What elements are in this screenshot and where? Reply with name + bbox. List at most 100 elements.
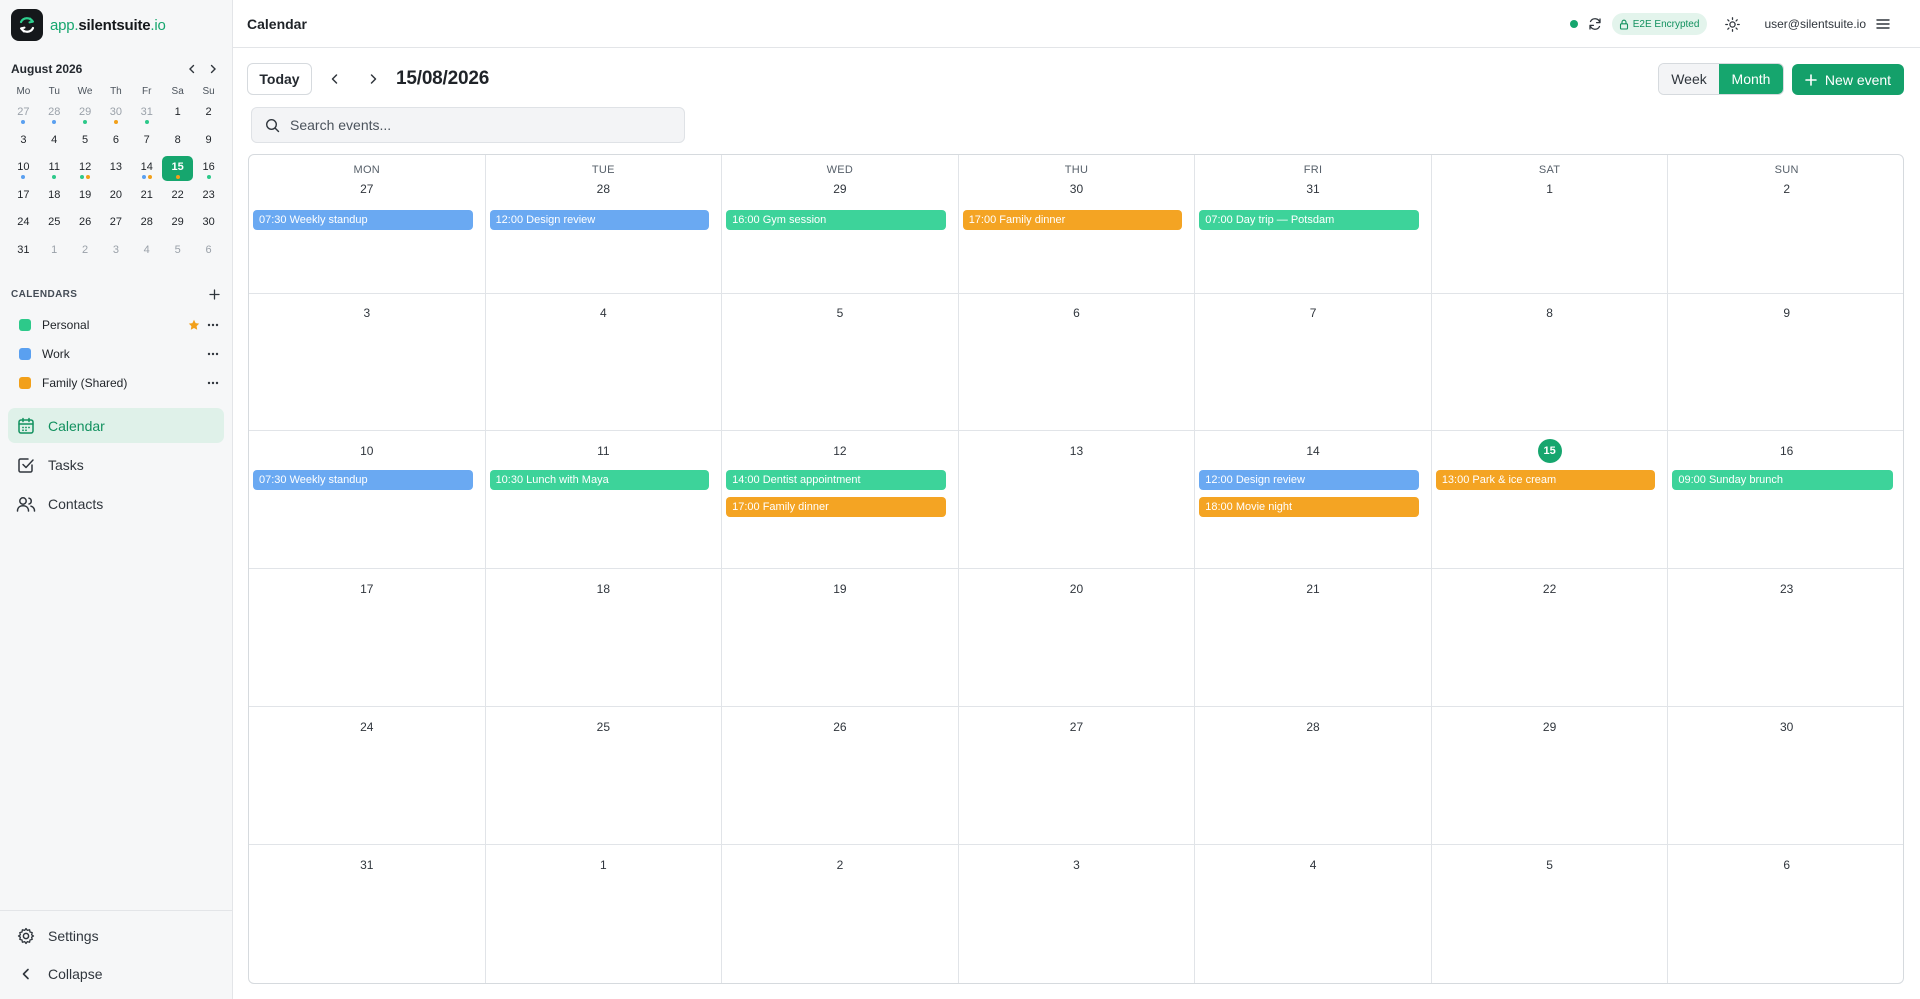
day-cell[interactable]: 8 bbox=[1432, 293, 1669, 430]
event-chip[interactable]: 14:00 Dentist appointment bbox=[726, 470, 946, 490]
mini-day[interactable]: 12 bbox=[70, 154, 101, 182]
mini-day[interactable]: 23 bbox=[193, 182, 224, 210]
day-cell[interactable]: 30 bbox=[1668, 707, 1903, 844]
mini-day-today[interactable]: 15 bbox=[162, 154, 194, 182]
day-cell[interactable]: 2 bbox=[722, 845, 959, 983]
calendar-color-swatch[interactable] bbox=[19, 318, 31, 331]
mini-day[interactable]: 27 bbox=[8, 99, 39, 127]
day-cell[interactable]: 10 07:30 Weekly standup bbox=[249, 431, 486, 568]
mini-day[interactable]: 1 bbox=[39, 237, 70, 265]
calendar-color-swatch[interactable] bbox=[19, 376, 31, 389]
event-chip[interactable]: 18:00 Movie night bbox=[1199, 497, 1419, 517]
mini-day[interactable]: 4 bbox=[131, 237, 162, 265]
nav-collapse[interactable]: Collapse bbox=[8, 956, 224, 991]
day-cell[interactable]: 4 bbox=[1195, 845, 1432, 983]
day-cell[interactable]: 20 bbox=[959, 569, 1196, 706]
day-cell[interactable]: 22 bbox=[1432, 569, 1669, 706]
day-cell[interactable]: 19 bbox=[722, 569, 959, 706]
mini-day[interactable]: 31 bbox=[131, 99, 162, 127]
week-view-button[interactable]: Week bbox=[1659, 64, 1719, 94]
day-cell[interactable]: 4 bbox=[486, 293, 723, 430]
day-cell[interactable]: MON 27 07:30 Weekly standup bbox=[249, 155, 486, 293]
calendar-item[interactable]: Family (Shared) bbox=[11, 368, 221, 397]
mini-day[interactable]: 2 bbox=[70, 237, 101, 265]
mini-day[interactable]: 3 bbox=[8, 127, 39, 155]
day-cell[interactable]: 3 bbox=[249, 293, 486, 430]
event-chip[interactable]: 07:30 Weekly standup bbox=[253, 470, 473, 490]
mini-day[interactable]: 10 bbox=[8, 154, 39, 182]
mini-day[interactable]: 18 bbox=[39, 182, 70, 210]
mini-day[interactable]: 19 bbox=[70, 182, 101, 210]
prev-period-chevron-left-icon[interactable] bbox=[324, 68, 346, 90]
day-cell[interactable]: 11 10:30 Lunch with Maya bbox=[486, 431, 723, 568]
mini-day[interactable]: 28 bbox=[39, 99, 70, 127]
day-cell[interactable]: FRI 31 07:00 Day trip — Potsdam bbox=[1195, 155, 1432, 293]
day-cell[interactable]: THU 30 17:00 Family dinner bbox=[959, 155, 1196, 293]
mini-next-month-chevron-right-icon[interactable] bbox=[204, 61, 221, 78]
day-cell[interactable]: 18 bbox=[486, 569, 723, 706]
event-chip[interactable]: 09:00 Sunday brunch bbox=[1672, 470, 1893, 490]
mini-day[interactable]: 25 bbox=[39, 209, 70, 237]
mini-day[interactable]: 1 bbox=[162, 99, 193, 127]
day-cell[interactable]: SUN 2 bbox=[1668, 155, 1903, 293]
event-chip[interactable]: 12:00 Design review bbox=[489, 210, 710, 230]
day-cell[interactable]: 12 14:00 Dentist appointment 17:00 Family … bbox=[722, 431, 959, 568]
nav-tasks[interactable]: Tasks bbox=[8, 447, 224, 482]
mini-day[interactable]: 22 bbox=[162, 182, 193, 210]
calendar-color-swatch[interactable] bbox=[19, 347, 31, 360]
mini-day[interactable]: 7 bbox=[131, 127, 162, 155]
mini-day[interactable]: 14 bbox=[131, 154, 162, 182]
mini-day[interactable]: 6 bbox=[193, 237, 224, 265]
day-cell[interactable]: 7 bbox=[1195, 293, 1432, 430]
mini-day[interactable]: 31 bbox=[8, 237, 39, 265]
next-period-chevron-right-icon[interactable] bbox=[362, 68, 384, 90]
month-view-button[interactable]: Month bbox=[1719, 64, 1783, 94]
mini-day[interactable]: 2 bbox=[193, 99, 224, 127]
day-cell[interactable]: TUE 28 12:00 Design review bbox=[486, 155, 723, 293]
day-cell[interactable]: 27 bbox=[959, 707, 1196, 844]
mini-day[interactable]: 11 bbox=[39, 154, 70, 182]
user-email[interactable]: user@silentsuite.io bbox=[1764, 17, 1866, 31]
mini-day[interactable]: 9 bbox=[193, 127, 224, 155]
mini-day[interactable]: 17 bbox=[8, 182, 39, 210]
day-cell[interactable]: 29 bbox=[1432, 707, 1669, 844]
brand[interactable]: app.silentsuite.io bbox=[11, 9, 166, 41]
day-cell[interactable]: 6 bbox=[1668, 845, 1903, 983]
mini-day[interactable]: 6 bbox=[101, 127, 132, 155]
mini-day[interactable]: 3 bbox=[101, 237, 132, 265]
event-chip[interactable]: 12:00 Design review bbox=[1199, 470, 1419, 490]
event-chip[interactable]: 07:30 Weekly standup bbox=[253, 210, 473, 230]
nav-contacts[interactable]: Contacts bbox=[8, 486, 224, 521]
default-calendar-star-icon[interactable] bbox=[187, 318, 201, 332]
day-cell[interactable]: 17 bbox=[249, 569, 486, 706]
menu-hamburger-icon[interactable] bbox=[1876, 18, 1890, 30]
event-chip[interactable]: 10:30 Lunch with Maya bbox=[489, 470, 710, 490]
day-cell[interactable]: WED 29 16:00 Gym session bbox=[722, 155, 959, 293]
search-input[interactable] bbox=[290, 117, 670, 133]
day-cell[interactable]: 28 bbox=[1195, 707, 1432, 844]
day-cell[interactable]: 24 bbox=[249, 707, 486, 844]
day-cell[interactable]: 6 bbox=[959, 293, 1196, 430]
event-chip[interactable]: 13:00 Park & ice cream bbox=[1435, 470, 1656, 490]
day-cell[interactable]: 23 bbox=[1668, 569, 1903, 706]
day-cell[interactable]: 5 bbox=[1432, 845, 1669, 983]
day-cell[interactable]: SAT 1 bbox=[1432, 155, 1669, 293]
day-cell[interactable]: 14 12:00 Design review 18:00 Movie night bbox=[1195, 431, 1432, 568]
calendar-more-ellipsis-icon[interactable] bbox=[205, 318, 221, 332]
day-cell[interactable]: 9 bbox=[1668, 293, 1903, 430]
mini-day[interactable]: 27 bbox=[101, 209, 132, 237]
day-cell[interactable]: 13 bbox=[959, 431, 1196, 568]
mini-prev-month-chevron-left-icon[interactable] bbox=[183, 61, 200, 78]
day-cell[interactable]: 5 bbox=[722, 293, 959, 430]
calendar-more-ellipsis-icon[interactable] bbox=[205, 376, 221, 390]
sync-refresh-icon[interactable] bbox=[1588, 17, 1602, 31]
mini-day[interactable]: 28 bbox=[131, 209, 162, 237]
mini-day[interactable]: 29 bbox=[70, 99, 101, 127]
day-cell[interactable]: 1 bbox=[486, 845, 723, 983]
mini-day[interactable]: 24 bbox=[8, 209, 39, 237]
add-calendar-plus-icon[interactable] bbox=[207, 287, 221, 301]
calendar-item[interactable]: Work bbox=[11, 339, 221, 368]
day-cell[interactable]: 21 bbox=[1195, 569, 1432, 706]
nav-settings[interactable]: Settings bbox=[8, 918, 224, 953]
calendar-item[interactable]: Personal bbox=[11, 310, 221, 339]
